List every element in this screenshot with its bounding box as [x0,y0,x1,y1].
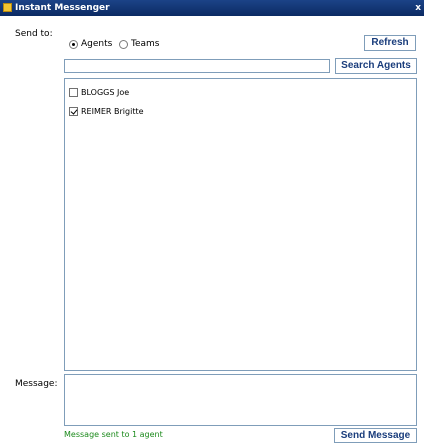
agent-checkbox[interactable] [69,88,78,97]
radio-agents-label: Agents [81,39,113,49]
title-bar[interactable]: Instant Messenger x [0,0,424,16]
window-title: Instant Messenger [15,3,110,13]
refresh-button[interactable]: Refresh [364,35,416,51]
radio-teams[interactable] [119,40,128,49]
radio-agents[interactable] [69,40,78,49]
search-input[interactable] [64,59,330,73]
message-label: Message: [15,379,58,389]
send-message-button[interactable]: Send Message [334,428,417,443]
agent-name: REIMER Brigitte [81,107,144,116]
agent-checkbox[interactable] [69,107,78,116]
message-textarea[interactable] [64,374,417,426]
radio-teams-label: Teams [131,39,160,49]
send-to-label: Send to: [15,29,53,39]
agent-list[interactable]: BLOGGS Joe REIMER Brigitte [64,78,417,371]
status-message: Message sent to 1 agent [64,430,163,439]
app-icon [3,3,12,12]
instant-messenger-window: Instant Messenger x Send to: Agents Team… [0,0,424,443]
search-agents-button[interactable]: Search Agents [335,58,417,74]
close-icon[interactable]: x [413,2,421,14]
agent-name: BLOGGS Joe [81,88,130,97]
